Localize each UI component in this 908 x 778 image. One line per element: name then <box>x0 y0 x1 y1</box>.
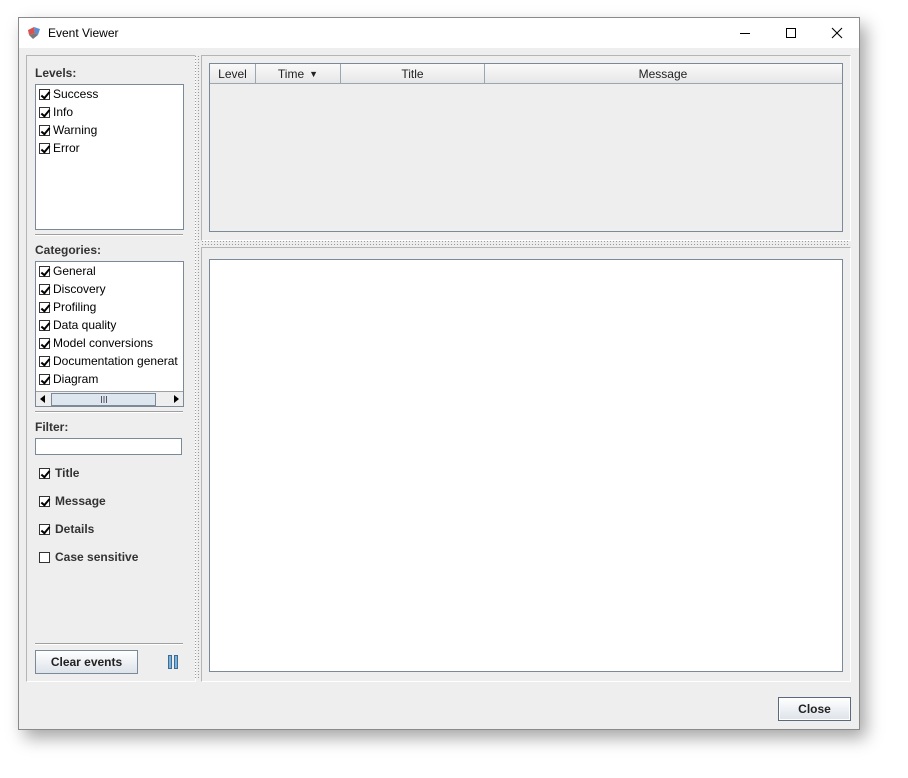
filter-option-title[interactable]: Title <box>39 466 79 480</box>
option-label: Case sensitive <box>55 550 139 564</box>
scroll-right-button[interactable] <box>169 392 183 406</box>
divider <box>35 643 183 645</box>
checkbox[interactable] <box>39 319 50 331</box>
levels-label: Levels: <box>35 66 77 80</box>
level-item-success[interactable]: Success <box>39 85 98 103</box>
list-item-label: Error <box>53 141 80 155</box>
events-table[interactable]: Level Time ▼ Title Message <box>209 63 843 232</box>
table-header: Level Time ▼ Title Message <box>210 64 842 84</box>
scroll-left-button[interactable] <box>36 392 50 406</box>
option-label: Message <box>55 494 106 508</box>
category-item-profiling[interactable]: Profiling <box>39 298 96 316</box>
checkbox[interactable] <box>39 124 50 136</box>
list-item-label: Diagram <box>53 372 99 386</box>
levels-list[interactable]: Success Info Warning Error <box>35 84 184 230</box>
categories-list[interactable]: General Discovery Profiling Data quality… <box>35 261 184 407</box>
list-item-label: Warning <box>53 123 98 137</box>
grip-icon <box>100 396 107 403</box>
title-bar: Event Viewer <box>19 18 859 48</box>
close-window-button[interactable] <box>814 18 860 48</box>
level-item-info[interactable]: Info <box>39 103 73 121</box>
categories-horizontal-scrollbar[interactable] <box>36 391 183 406</box>
maximize-button[interactable] <box>768 18 814 48</box>
category-item-documentation-generation[interactable]: Documentation generat <box>39 352 178 370</box>
close-button-label: Close <box>798 702 831 716</box>
filter-panel: Levels: Success Info Warning Error Categ… <box>26 55 196 682</box>
column-header-title[interactable]: Title <box>341 64 485 83</box>
list-item-label: Documentation generat <box>53 354 178 368</box>
checkbox[interactable] <box>39 142 50 154</box>
level-item-error[interactable]: Error <box>39 139 80 157</box>
list-item-label: Model conversions <box>53 336 154 350</box>
window-title: Event Viewer <box>48 26 119 40</box>
checkbox[interactable] <box>39 373 50 385</box>
divider <box>35 411 183 413</box>
checkbox[interactable] <box>39 467 50 479</box>
checkbox[interactable] <box>39 88 50 100</box>
checkbox[interactable] <box>39 106 50 118</box>
event-details-area[interactable] <box>209 259 843 672</box>
option-label: Details <box>55 522 95 536</box>
pause-icon[interactable] <box>168 655 178 669</box>
vertical-splitter[interactable] <box>194 55 200 680</box>
scrollbar-thumb[interactable] <box>51 393 156 406</box>
category-item-general[interactable]: General <box>39 262 96 280</box>
app-icon <box>26 25 42 41</box>
column-header-message[interactable]: Message <box>485 64 841 83</box>
list-item-label: Discovery <box>53 282 106 296</box>
close-button[interactable]: Close <box>778 697 851 721</box>
categories-label: Categories: <box>35 243 102 257</box>
column-label: Time <box>277 66 305 81</box>
filter-option-details[interactable]: Details <box>39 522 94 536</box>
clear-events-button[interactable]: Clear events <box>35 650 138 674</box>
list-item-label: Profiling <box>53 300 97 314</box>
arrow-right-icon <box>174 395 179 403</box>
details-panel <box>201 247 851 682</box>
list-item-label: Data quality <box>53 318 117 332</box>
sort-down-icon: ▼ <box>309 68 319 79</box>
column-label: Title <box>401 66 424 81</box>
filter-option-case-sensitive[interactable]: Case sensitive <box>39 550 138 564</box>
checkbox[interactable] <box>39 265 50 277</box>
checkbox[interactable] <box>39 551 50 563</box>
checkbox[interactable] <box>39 301 50 313</box>
list-item-label: General <box>53 264 96 278</box>
divider <box>35 234 183 236</box>
minimize-icon <box>740 33 750 34</box>
close-icon <box>831 27 843 39</box>
event-viewer-window: Event Viewer Levels: Success Info Warnin… <box>18 17 860 730</box>
category-item-discovery[interactable]: Discovery <box>39 280 106 298</box>
checkbox[interactable] <box>39 283 50 295</box>
list-item-label: Info <box>53 105 74 119</box>
checkbox[interactable] <box>39 337 50 349</box>
option-label: Title <box>55 466 80 480</box>
arrow-left-icon <box>40 395 45 403</box>
column-label: Level <box>218 66 247 81</box>
category-item-data-quality[interactable]: Data quality <box>39 316 116 334</box>
filter-label: Filter: <box>35 420 69 434</box>
category-item-diagram[interactable]: Diagram <box>39 370 98 388</box>
window-content: Levels: Success Info Warning Error Categ… <box>19 48 859 729</box>
events-panel: Level Time ▼ Title Message <box>201 55 851 241</box>
list-item-label: Success <box>53 87 99 101</box>
filter-input[interactable] <box>35 438 182 455</box>
column-label: Message <box>638 66 688 81</box>
maximize-icon <box>786 28 796 38</box>
filter-option-message[interactable]: Message <box>39 494 106 508</box>
column-header-time[interactable]: Time ▼ <box>256 64 341 83</box>
minimize-button[interactable] <box>722 18 768 48</box>
horizontal-splitter[interactable] <box>201 240 849 246</box>
category-item-model-conversions[interactable]: Model conversions <box>39 334 153 352</box>
checkbox[interactable] <box>39 355 50 367</box>
checkbox[interactable] <box>39 523 50 535</box>
checkbox[interactable] <box>39 495 50 507</box>
column-header-level[interactable]: Level <box>210 64 256 83</box>
level-item-warning[interactable]: Warning <box>39 121 97 139</box>
